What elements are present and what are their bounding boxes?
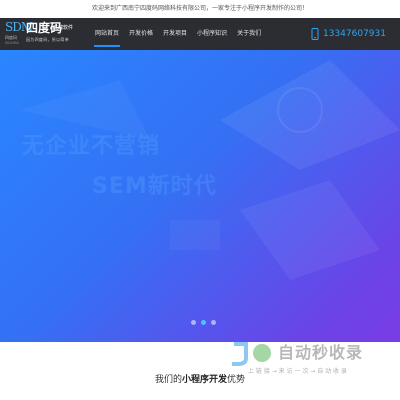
hero-banner[interactable]: 无企业不营销 SEM新时代: [0, 50, 400, 342]
watermark-logo-icon: [232, 342, 271, 366]
section-title: 我们的小程序开发优势: [0, 372, 400, 388]
logo-name-sub: 高端软件: [53, 25, 74, 31]
section-title-prefix: 我们的: [154, 375, 182, 385]
nav-item-label: 关于我们: [237, 30, 262, 37]
watermark-text: 自动秒收录: [278, 343, 364, 362]
nav-item-label: 网站首页: [95, 30, 120, 37]
slider-dot[interactable]: [190, 320, 196, 325]
nav-item-knowledge[interactable]: 小程序知识: [192, 18, 232, 50]
nav-item-projects[interactable]: 开发项目: [158, 18, 192, 50]
nav-item-label: 开发价格: [129, 30, 154, 37]
banner-headline: 无企业不营销: [22, 134, 161, 159]
logo-tagline: 因为四度码，所以简单: [26, 37, 69, 42]
top-welcome-bar: 欢迎来到广西南宁四度码网络科技有限公司，一家专注于小程序开发制作的公司！: [0, 0, 400, 18]
nav-item-label: 小程序知识: [197, 30, 228, 37]
header-navbar: SDM 四度码 SIDUMA 四度码 高端软件 因为四度码，所以简单 网站首页 …: [0, 18, 400, 50]
phone-number: 13347607931: [323, 29, 386, 39]
main-nav: 网站首页 开发价格 开发项目 小程序知识 关于我们: [90, 18, 266, 50]
logo-mark: SDM: [5, 20, 33, 34]
section-title-highlight: 小程序开发: [181, 375, 227, 385]
phone-icon: [311, 28, 319, 40]
logo-mark-en: SIDUMA: [5, 41, 19, 45]
nav-item-label: 开发项目: [163, 30, 188, 37]
nav-item-home[interactable]: 网站首页: [90, 18, 124, 50]
site-logo[interactable]: SDM 四度码 SIDUMA 四度码 高端软件 因为四度码，所以简单: [5, 20, 85, 48]
nav-item-pricing[interactable]: 开发价格: [124, 18, 158, 50]
section-title-suffix: 优势: [227, 375, 246, 385]
slider-dots: [188, 320, 218, 325]
phone-contact[interactable]: 13347607931: [311, 18, 386, 50]
welcome-text: 欢迎来到广西南宁四度码网络科技有限公司，一家专注于小程序开发制作的公司！: [91, 5, 308, 12]
banner-subheadline: SEM新时代: [92, 174, 217, 199]
nav-item-about[interactable]: 关于我们: [232, 18, 266, 50]
slider-dot-active[interactable]: [200, 320, 206, 325]
slider-dot[interactable]: [210, 320, 216, 325]
